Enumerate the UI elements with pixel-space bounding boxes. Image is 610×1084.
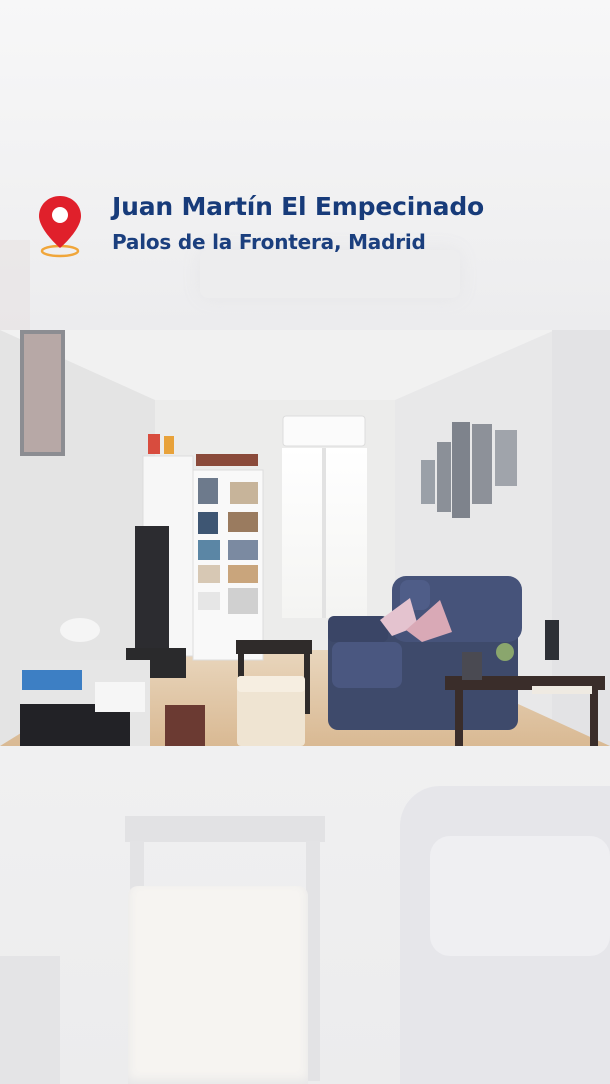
ottoman-blurred: [128, 886, 308, 1084]
map-pin-icon: [39, 196, 81, 258]
background-bottom: [0, 746, 610, 1084]
location-header: Juan Martín El Empecinado Palos de la Fr…: [0, 180, 610, 280]
street-title: Juan Martín El Empecinado: [112, 192, 485, 221]
background-top: [0, 0, 610, 330]
living-room-illustration: [0, 330, 610, 746]
district-subtitle: Palos de la Frontera, Madrid: [112, 230, 426, 254]
living-room-photo: [0, 330, 610, 746]
